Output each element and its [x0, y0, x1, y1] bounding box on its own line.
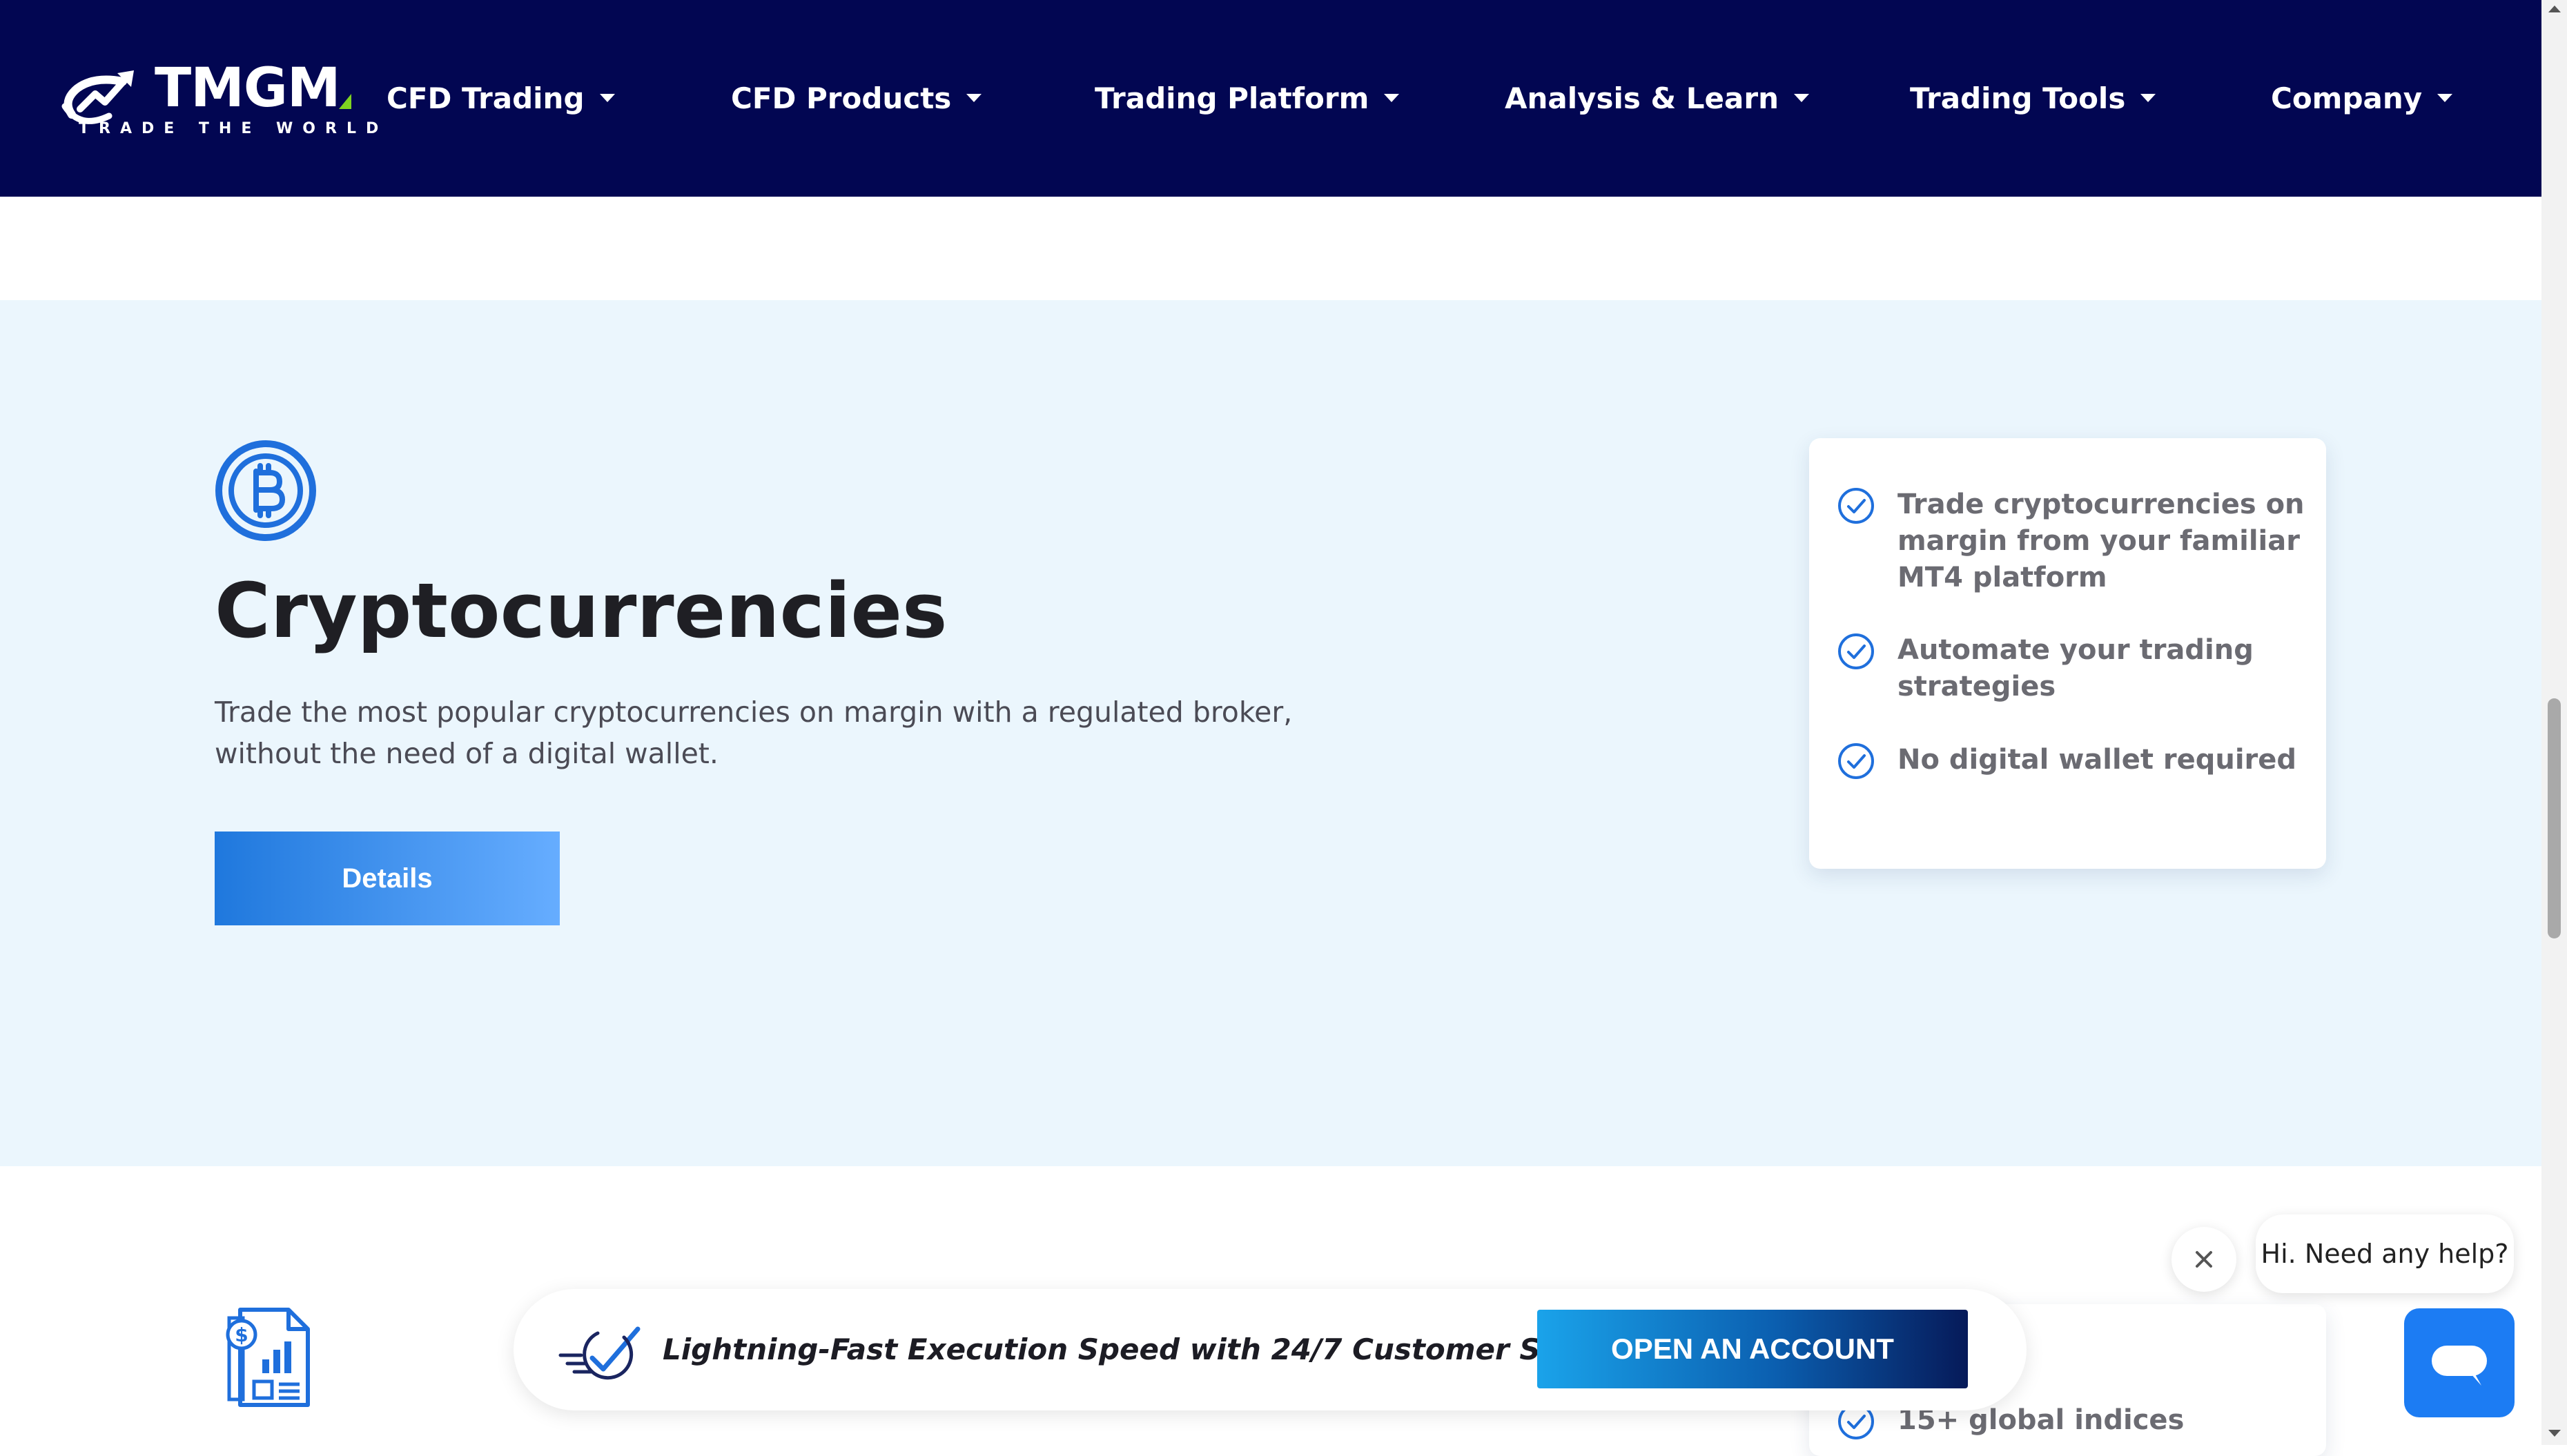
caret-down-icon	[599, 94, 615, 102]
open-account-button[interactable]: OPEN AN ACCOUNT	[1537, 1310, 1968, 1388]
feature-item: Automate your trading strategies	[1837, 632, 2306, 705]
promo-banner: Lightning-Fast Execution Speed with 24/7…	[514, 1289, 2027, 1410]
financial-report-icon: $	[226, 1308, 310, 1407]
nav-label: Trading Platform	[1095, 81, 1369, 115]
scrollbar-thumb[interactable]	[2548, 698, 2561, 938]
tmgm-logo[interactable]: TMGM TRADE THE WORLD	[59, 57, 378, 138]
check-circle-icon	[1838, 633, 1874, 669]
caret-down-icon	[2140, 94, 2156, 102]
caret-down-icon	[2437, 94, 2453, 102]
nav-label: CFD Trading	[387, 81, 585, 115]
nav-item-cfd-products[interactable]: CFD Products	[731, 76, 982, 120]
logo-swoosh-icon	[61, 70, 134, 124]
section-description: Trade the most popular cryptocurrencies …	[215, 696, 1293, 770]
feature-text: Automate your trading strategies	[1897, 634, 2254, 702]
chat-greeting-bubble[interactable]: Hi. Need any help?	[2256, 1214, 2514, 1293]
fast-check-icon	[558, 1326, 641, 1380]
nav-label: Company	[2271, 81, 2423, 115]
nav-label: CFD Products	[731, 81, 952, 115]
nav-item-trading-tools[interactable]: Trading Tools	[1910, 76, 2156, 120]
top-navbar: TMGM TRADE THE WORLD CFD Trading CFD Pro…	[0, 0, 2541, 197]
feature-text: Trade cryptocurrencies on margin from yo…	[1897, 489, 2305, 593]
nav-label: Trading Tools	[1910, 81, 2126, 115]
nav-item-company[interactable]: Company	[2271, 76, 2453, 120]
section-title: Cryptocurrencies	[215, 567, 948, 655]
feature-text: No digital wallet required	[1897, 744, 2297, 776]
details-button[interactable]: Details	[215, 832, 560, 925]
chat-greeting-text: Hi. Need any help?	[2261, 1239, 2509, 1269]
close-icon	[2196, 1251, 2212, 1268]
svg-text:$: $	[235, 1324, 248, 1346]
feature-item: Trade cryptocurrencies on margin from yo…	[1837, 486, 2306, 596]
caret-down-icon	[1384, 94, 1400, 102]
banner-text: Lightning-Fast Execution Speed with 24/7…	[663, 1332, 1651, 1366]
caret-down-icon	[1794, 94, 1809, 102]
check-circle-icon	[1838, 488, 1874, 524]
features-card: Trade cryptocurrencies on margin from yo…	[1809, 438, 2326, 869]
chat-launcher-button[interactable]	[2404, 1308, 2515, 1417]
nav-item-cfd-trading[interactable]: CFD Trading	[387, 76, 615, 120]
bitcoin-icon	[215, 440, 316, 541]
check-circle-icon	[1838, 743, 1874, 779]
scroll-down-arrow-icon[interactable]	[2548, 1430, 2561, 1437]
nav-item-trading-platform[interactable]: Trading Platform	[1095, 76, 1400, 120]
feature-item: No digital wallet required	[1837, 742, 2306, 780]
caret-down-icon	[966, 94, 982, 102]
scroll-up-arrow-icon[interactable]	[2548, 6, 2561, 12]
nav-item-analysis-learn[interactable]: Analysis & Learn	[1505, 76, 1809, 120]
chat-bubble-icon	[2432, 1346, 2487, 1386]
chat-close-button[interactable]	[2171, 1227, 2236, 1292]
logo-tagline: TRADE THE WORLD	[79, 120, 389, 137]
logo-accent-mark	[339, 94, 351, 109]
nav-label: Analysis & Learn	[1505, 81, 1779, 115]
logo-wordmark: TMGM	[155, 57, 340, 119]
